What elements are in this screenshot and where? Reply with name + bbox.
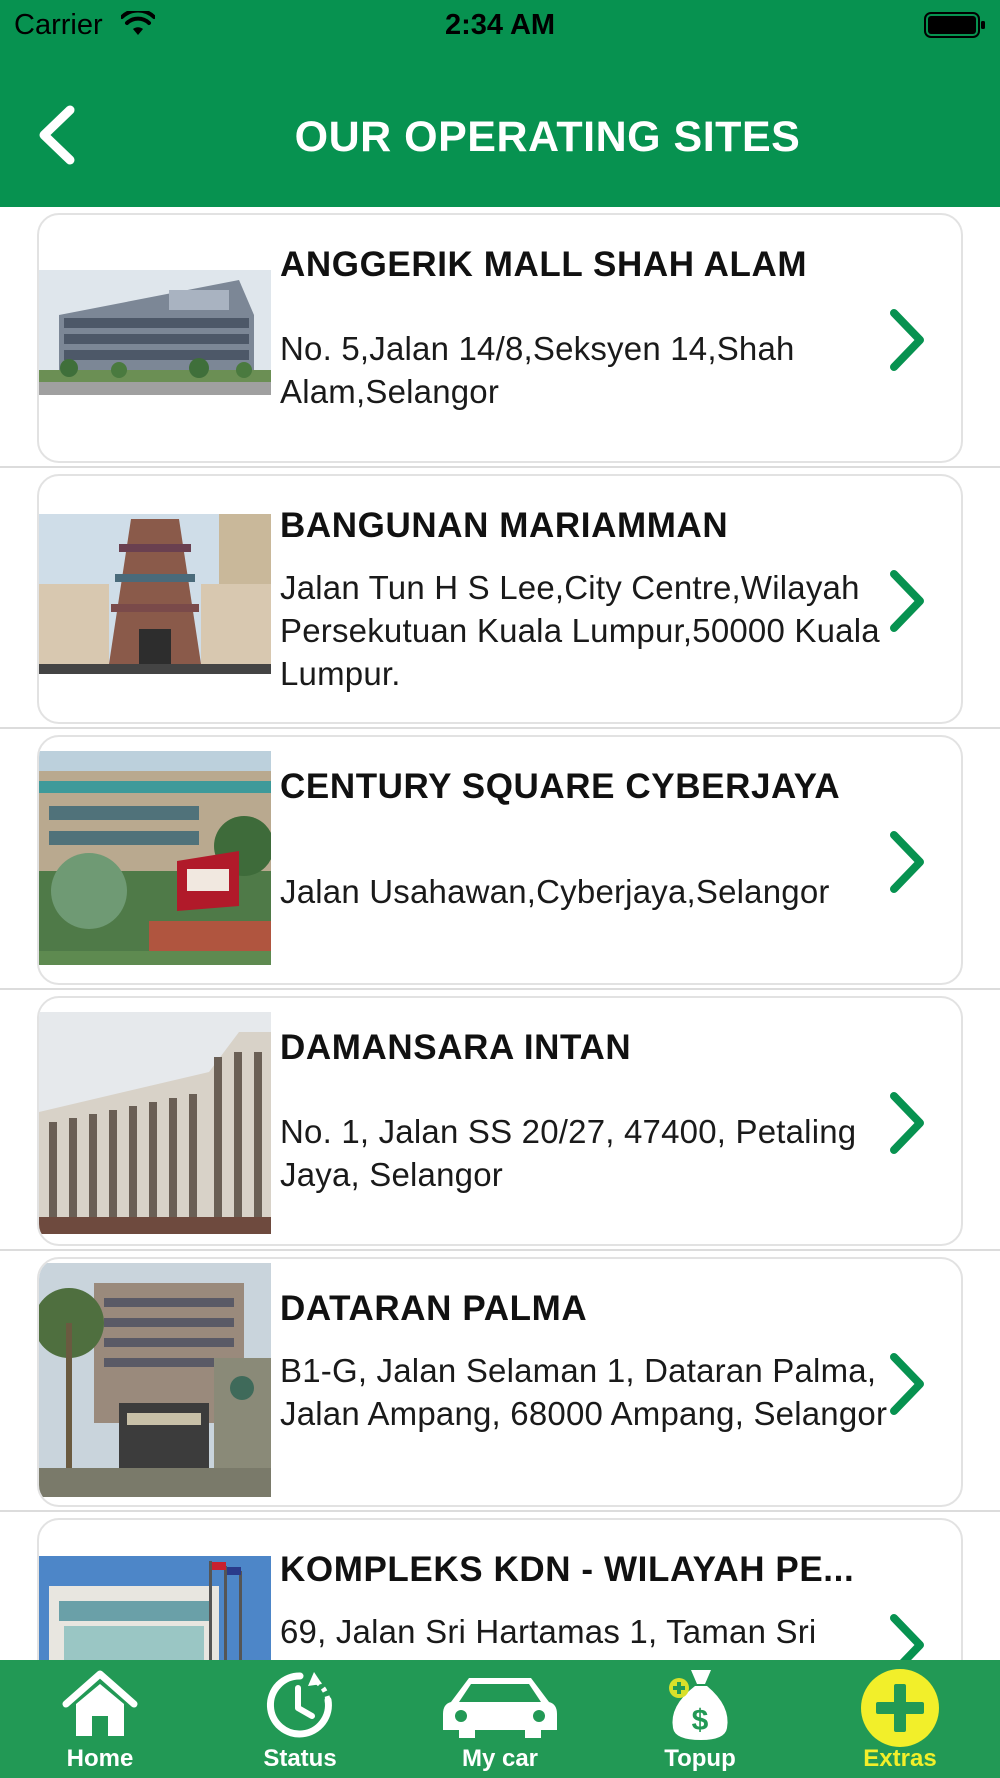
chevron-right-icon[interactable] (886, 1612, 928, 1660)
site-address: No. 5,Jalan 14/8,Seksyen 14,Shah Alam,Se… (280, 330, 795, 410)
site-photo (39, 1012, 271, 1234)
app-screen: Carrier 2:34 AM OUR OPERATING SITES ANGG… (0, 0, 1000, 1778)
chevron-right-icon[interactable] (886, 1090, 928, 1156)
site-name: DATARAN PALMA (280, 1289, 588, 1328)
chevron-right-icon[interactable] (886, 307, 928, 373)
site-address: 69, Jalan Sri Hartamas 1, Taman Sri (280, 1613, 817, 1650)
site-card[interactable]: ANGGERIK MALL SHAH ALAM No. 5,Jalan 14/8… (37, 213, 963, 463)
clock-time: 2:34 AM (444, 9, 556, 41)
tab-home[interactable]: Home (0, 1660, 200, 1778)
list-item[interactable]: CENTURY SQUARE CYBERJAYA Jalan Usahawan,… (0, 729, 1000, 990)
page-title: OUR OPERATING SITES (294, 113, 801, 161)
site-name: BANGUNAN MARIAMMAN (280, 506, 729, 545)
site-card[interactable]: BANGUNAN MARIAMMAN Jalan Tun H S Lee,Cit… (37, 474, 963, 724)
list-item[interactable]: ANGGERIK MALL SHAH ALAM No. 5,Jalan 14/8… (0, 207, 1000, 468)
site-card[interactable]: KOMPLEKS KDN - WILAYAH PE... 69, Jalan S… (37, 1518, 963, 1660)
car-icon (443, 1678, 557, 1738)
site-photo (39, 270, 271, 395)
site-photo (39, 514, 271, 674)
site-card[interactable]: DATARAN PALMA B1-G, Jalan Selaman 1, Dat… (37, 1257, 963, 1507)
site-address: Jalan Usahawan,Cyberjaya,Selangor (280, 873, 830, 910)
list-item[interactable]: BANGUNAN MARIAMMAN Jalan Tun H S Lee,Cit… (0, 468, 1000, 729)
status-clock-icon (266, 1672, 332, 1738)
svg-text:$: $ (692, 1704, 709, 1737)
tab-status[interactable]: Status (200, 1660, 400, 1778)
home-icon (62, 1670, 138, 1736)
nav-header: Carrier 2:34 AM OUR OPERATING SITES (0, 0, 1000, 207)
list-item[interactable]: KOMPLEKS KDN - WILAYAH PE... 69, Jalan S… (0, 1512, 1000, 1660)
site-photo (39, 1556, 271, 1660)
site-photo (39, 1263, 271, 1497)
tab-topup[interactable]: $ Topup (600, 1660, 800, 1778)
tab-extras[interactable]: Extras (800, 1660, 1000, 1778)
site-card[interactable]: DAMANSARA INTAN No. 1, Jalan SS 20/27, 4… (37, 996, 963, 1246)
tab-label: Home (66, 1745, 134, 1772)
list-item[interactable]: DATARAN PALMA B1-G, Jalan Selaman 1, Dat… (0, 1251, 1000, 1512)
chevron-right-icon[interactable] (886, 1351, 928, 1417)
tab-label: My car (461, 1745, 539, 1772)
site-name: KOMPLEKS KDN - WILAYAH PE... (280, 1550, 855, 1589)
battery-icon (924, 12, 985, 38)
status-bar: Carrier 2:34 AM (0, 0, 1000, 50)
site-name: DAMANSARA INTAN (280, 1028, 632, 1067)
list-item[interactable]: DAMANSARA INTAN No. 1, Jalan SS 20/27, 4… (0, 990, 1000, 1251)
site-card[interactable]: CENTURY SQUARE CYBERJAYA Jalan Usahawan,… (37, 735, 963, 985)
tab-label: Status (263, 1745, 337, 1772)
chevron-right-icon[interactable] (886, 568, 928, 634)
tab-label: Extras (863, 1745, 937, 1772)
tab-label: Topup (664, 1745, 736, 1772)
site-photo (39, 751, 271, 965)
chevron-right-icon[interactable] (886, 829, 928, 895)
tab-my-car[interactable]: My car (400, 1660, 600, 1778)
site-address: B1-G, Jalan Selaman 1, Dataran Palma, Ja… (280, 1352, 888, 1432)
money-bag-icon: $ (669, 1670, 728, 1740)
site-name: CENTURY SQUARE CYBERJAYA (280, 767, 841, 806)
back-button[interactable] (30, 100, 90, 170)
plus-circle-icon (861, 1669, 939, 1747)
site-address: No. 1, Jalan SS 20/27, 47400, Petaling J… (280, 1113, 857, 1193)
site-list[interactable]: ANGGERIK MALL SHAH ALAM No. 5,Jalan 14/8… (0, 207, 1000, 1660)
site-address: Jalan Tun H S Lee,City Centre,Wilayah Pe… (280, 569, 880, 692)
site-name: ANGGERIK MALL SHAH ALAM (280, 245, 808, 284)
tab-bar: Home Status My car $ Topup Extras (0, 1660, 1000, 1778)
